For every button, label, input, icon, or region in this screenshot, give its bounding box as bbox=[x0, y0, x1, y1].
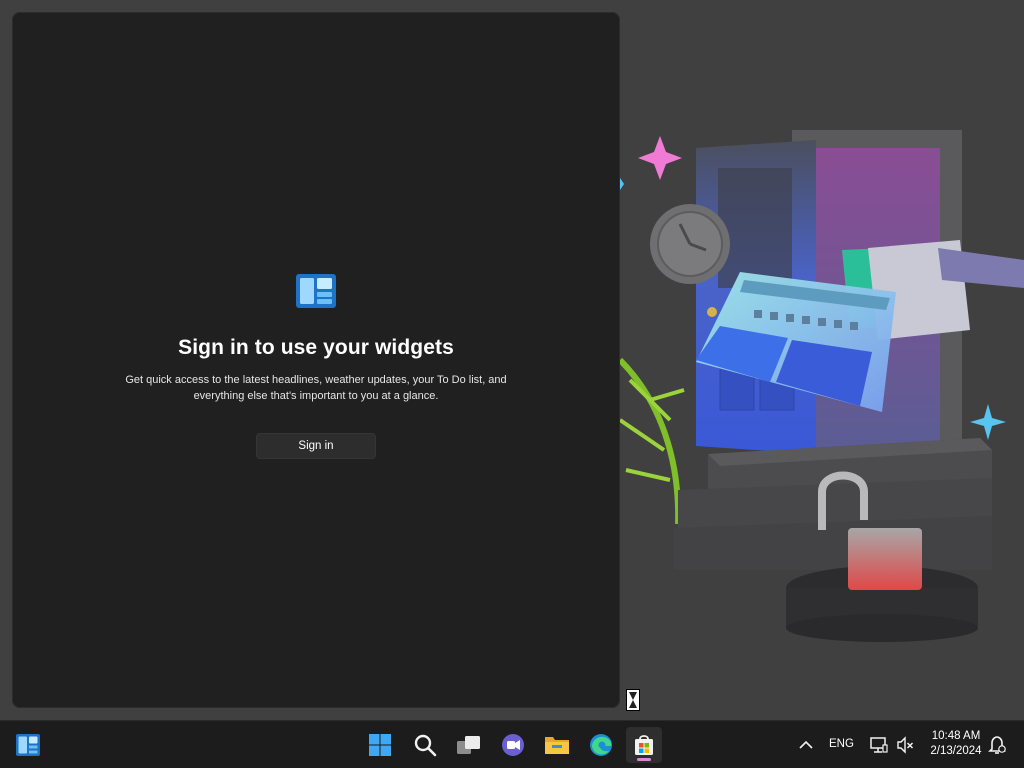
start-icon bbox=[369, 734, 391, 756]
taskbar: ENG 10:48 AM 2/13/2024 bbox=[0, 720, 1024, 768]
taskbar-clock[interactable]: 10:48 AM 2/13/2024 bbox=[922, 729, 990, 759]
store-button[interactable] bbox=[626, 727, 662, 763]
desktop: Sign in to use your widgets Get quick ac… bbox=[0, 0, 1024, 720]
store-icon bbox=[635, 735, 653, 755]
chevron-up-icon bbox=[799, 740, 813, 749]
search-button[interactable] bbox=[407, 727, 443, 763]
clock-time: 10:48 AM bbox=[931, 730, 981, 742]
widgets-icon bbox=[16, 734, 40, 756]
notification-bell-icon bbox=[988, 736, 1006, 754]
chat-button[interactable] bbox=[495, 727, 531, 763]
file-explorer-button[interactable] bbox=[539, 727, 575, 763]
sign-in-illustration bbox=[620, 130, 1024, 642]
network-button[interactable] bbox=[866, 727, 892, 763]
widgets-panel: Sign in to use your widgets Get quick ac… bbox=[12, 12, 620, 708]
volume-button[interactable] bbox=[892, 727, 918, 763]
clock-date: 2/13/2024 bbox=[930, 745, 982, 757]
start-button[interactable] bbox=[362, 727, 398, 763]
widgets-logo-icon bbox=[296, 274, 336, 308]
widgets-button[interactable] bbox=[10, 727, 46, 763]
busy-cursor-icon bbox=[626, 689, 640, 711]
signin-title: Sign in to use your widgets bbox=[178, 336, 454, 359]
signin-block: Sign in to use your widgets Get quick ac… bbox=[12, 274, 620, 459]
language-indicator[interactable]: ENG bbox=[829, 738, 854, 750]
search-icon bbox=[414, 734, 437, 757]
edge-icon bbox=[590, 734, 612, 756]
edge-button[interactable] bbox=[583, 727, 619, 763]
signin-description: Get quick access to the latest headlines… bbox=[125, 374, 507, 402]
active-app-indicator bbox=[637, 758, 651, 761]
task-view-icon bbox=[457, 736, 480, 754]
show-hidden-icons-button[interactable] bbox=[792, 727, 820, 763]
file-explorer-icon bbox=[545, 737, 569, 754]
signin-button[interactable]: Sign in bbox=[256, 433, 376, 459]
notifications-button[interactable] bbox=[984, 727, 1010, 763]
chat-icon bbox=[502, 734, 524, 756]
task-view-button[interactable] bbox=[451, 727, 487, 763]
volume-muted-icon bbox=[897, 736, 914, 754]
network-icon bbox=[870, 737, 888, 753]
